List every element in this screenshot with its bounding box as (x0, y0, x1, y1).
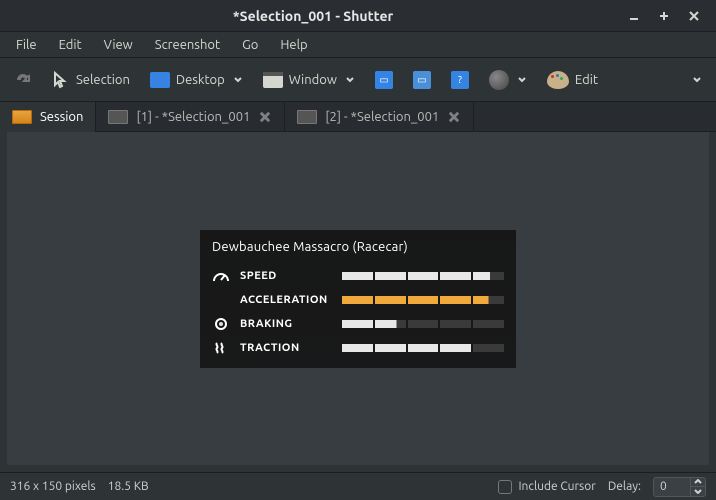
chevron-down-icon (233, 75, 243, 85)
traction-icon (212, 341, 230, 355)
titlebar: *Selection_001 - Shutter (0, 0, 716, 32)
speed-icon (212, 269, 230, 283)
menu-screenshot[interactable]: Screenshot (145, 35, 230, 55)
minimize-button[interactable] (622, 4, 646, 28)
page-icon: ▭ (413, 71, 431, 89)
stat-traction: TRACTION (212, 336, 504, 360)
stat-label: SPEED (240, 270, 332, 282)
menu-go[interactable]: Go (232, 35, 268, 55)
canvas[interactable]: Dewbauchee Massacro (Racecar) SPEED ACCE… (0, 132, 716, 472)
window-title: *Selection_001 - Shutter (10, 8, 616, 24)
tab-selection-1[interactable]: [1] - *Selection_001 (96, 102, 285, 131)
selection-label: Selection (76, 73, 130, 87)
status-dimensions: 316 x 150 pixels (10, 480, 96, 493)
window-icon (263, 72, 283, 88)
desktop-icon (150, 72, 170, 88)
menu-help[interactable]: Help (270, 35, 317, 55)
chevron-down-icon (517, 75, 527, 85)
menu-file[interactable]: File (6, 35, 47, 55)
desktop-button[interactable]: Desktop (144, 68, 249, 92)
statusbar: 316 x 150 pixels 18.5 KB Include Cursor … (0, 472, 716, 500)
spin-down[interactable] (691, 487, 705, 496)
cursor-icon (52, 71, 70, 89)
redo-icon (14, 71, 32, 89)
selection-button[interactable]: Selection (46, 67, 136, 93)
stat-speed: SPEED (212, 264, 504, 288)
app-icon: ▭ (375, 71, 393, 89)
stat-acceleration: ACCELERATION (212, 288, 504, 312)
sphere-icon (489, 70, 509, 90)
delay-spinner[interactable] (653, 477, 706, 497)
include-cursor-label: Include Cursor (518, 480, 595, 493)
edit-label: Edit (575, 73, 598, 87)
window-button[interactable]: Window (257, 68, 361, 92)
stat-label: ACCELERATION (240, 294, 332, 306)
menu-edit[interactable]: Edit (49, 35, 92, 55)
tool-icon-2[interactable]: ▭ (407, 67, 437, 93)
stat-bar (342, 344, 504, 352)
tab-label: Session (40, 110, 83, 124)
desktop-label: Desktop (176, 73, 225, 87)
braking-icon (212, 317, 230, 331)
close-button[interactable] (682, 4, 706, 28)
status-filesize: 18.5 KB (108, 480, 149, 493)
thumbnail-icon (297, 110, 317, 124)
toolbar: Selection Desktop Window ▭ ▭ ? Edit (0, 58, 716, 102)
close-icon[interactable] (447, 110, 461, 124)
tool-icon-1[interactable]: ▭ (369, 67, 399, 93)
session-icon (12, 110, 32, 124)
spin-up[interactable] (691, 478, 705, 487)
maximize-button[interactable] (652, 4, 676, 28)
stat-braking: BRAKING (212, 312, 504, 336)
delay-input[interactable] (654, 478, 690, 495)
tool-icon-3[interactable]: ? (445, 67, 475, 93)
checkbox[interactable] (498, 480, 512, 494)
chevron-down-icon (692, 75, 702, 85)
vehicle-stats-card: Dewbauchee Massacro (Racecar) SPEED ACCE… (200, 230, 516, 368)
menu-view[interactable]: View (94, 35, 143, 55)
thumbnail-icon (108, 110, 128, 124)
tabbar: Session [1] - *Selection_001 [2] - *Sele… (0, 102, 716, 132)
acceleration-icon (212, 293, 230, 307)
stat-label: TRACTION (240, 342, 332, 354)
stat-bar (342, 320, 504, 328)
palette-icon (547, 71, 569, 89)
include-cursor-option[interactable]: Include Cursor (498, 480, 595, 494)
tab-label: [1] - *Selection_001 (136, 110, 250, 124)
stat-bar (342, 296, 504, 304)
tab-selection-2[interactable]: [2] - *Selection_001 (285, 102, 474, 131)
close-icon[interactable] (258, 110, 272, 124)
redo-button[interactable] (8, 67, 38, 93)
window-label: Window (289, 73, 337, 87)
tab-session[interactable]: Session (0, 102, 96, 131)
card-title: Dewbauchee Massacro (Racecar) (212, 240, 504, 254)
stat-bar (342, 272, 504, 280)
chevron-down-icon (345, 75, 355, 85)
overflow-button[interactable] (686, 71, 708, 89)
effects-button[interactable] (483, 66, 533, 94)
help-icon: ? (451, 71, 469, 89)
menubar: File Edit View Screenshot Go Help (0, 32, 716, 58)
stat-label: BRAKING (240, 318, 332, 330)
edit-button[interactable]: Edit (541, 67, 604, 93)
tab-label: [2] - *Selection_001 (325, 110, 439, 124)
delay-label: Delay: (608, 480, 641, 493)
